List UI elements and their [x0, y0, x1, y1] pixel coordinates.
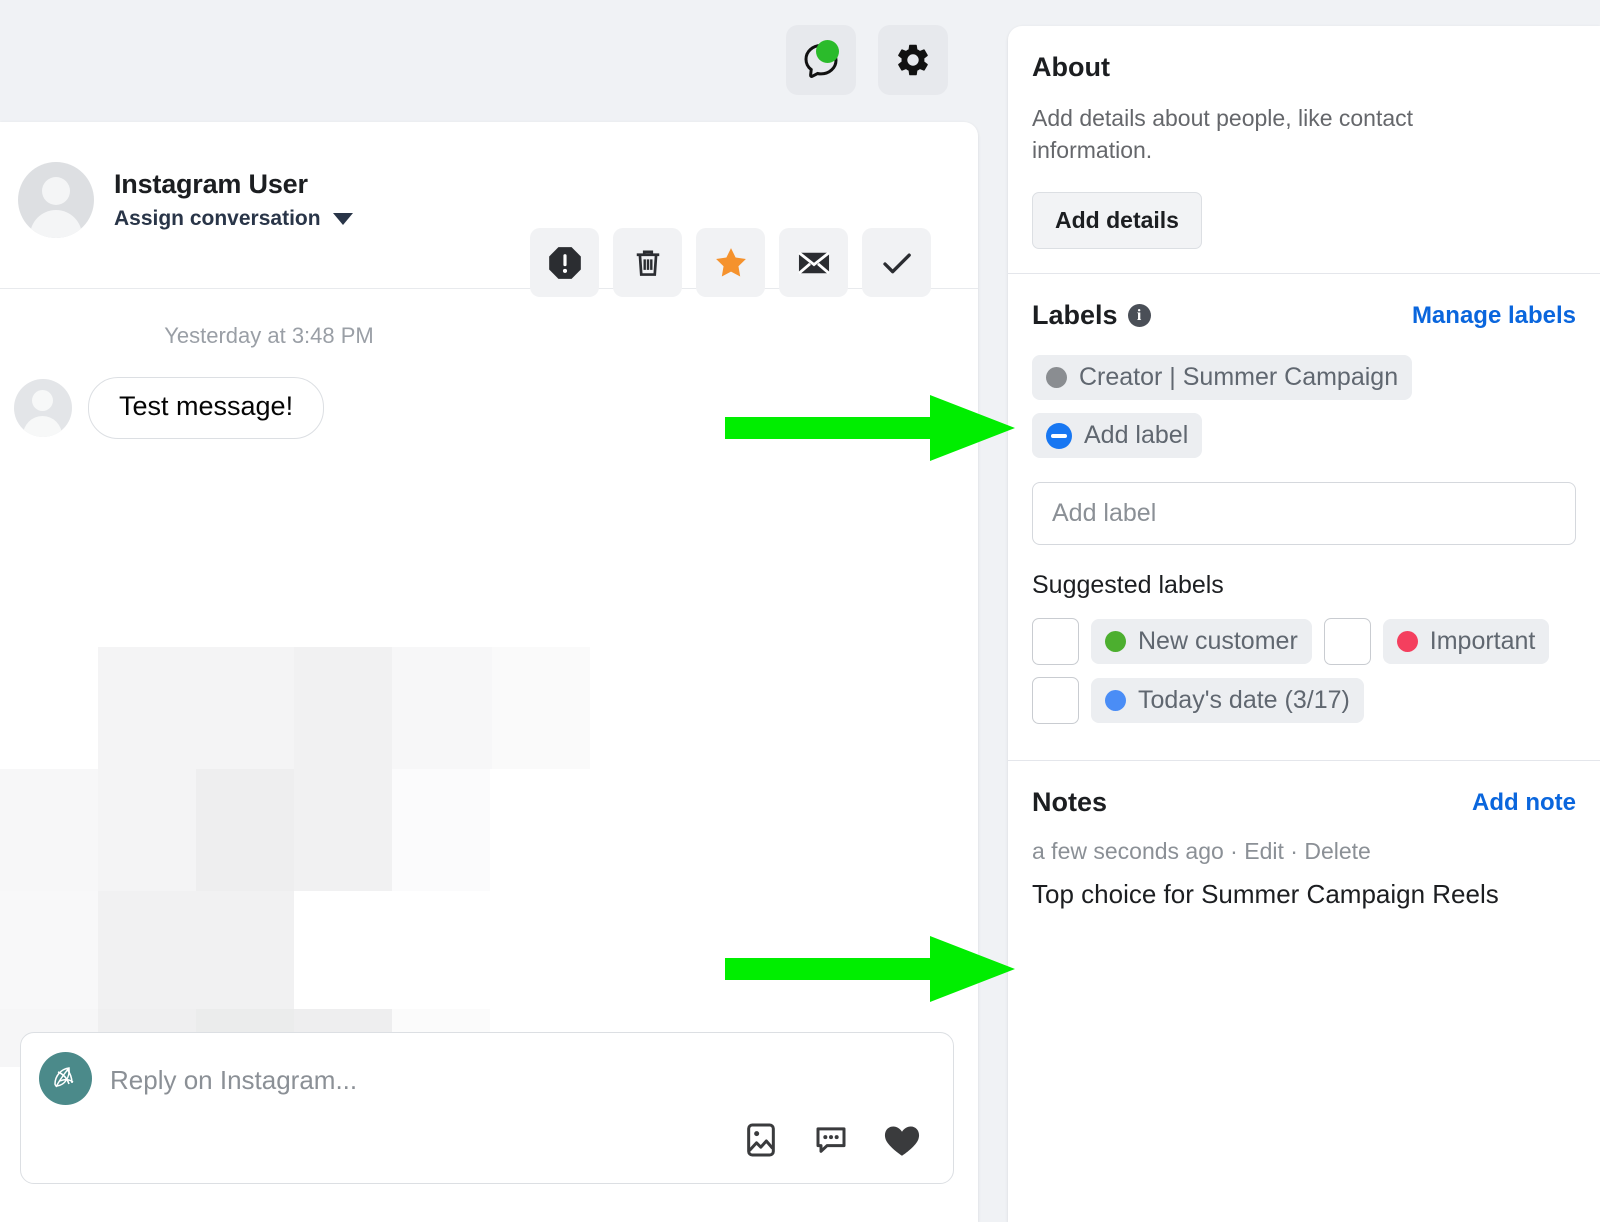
page-title: Instagram User: [114, 169, 308, 200]
suggested-label-text: Important: [1429, 627, 1536, 656]
suggested-labels-title: Suggested labels: [1032, 571, 1224, 600]
reply-composer[interactable]: Reply on Instagram...: [20, 1032, 954, 1184]
message-bubble: Test message!: [88, 377, 325, 439]
conversation-user-block: Instagram User Assign conversation: [18, 162, 353, 238]
conversation-header: Instagram User Assign conversation: [0, 122, 978, 297]
note-edit-link[interactable]: Edit: [1244, 838, 1284, 864]
saved-replies-icon[interactable]: [811, 1120, 851, 1160]
add-note-link[interactable]: Add note: [1472, 789, 1576, 817]
suggested-label-text: New customer: [1138, 627, 1298, 656]
gear-icon: [898, 44, 928, 76]
labels-title-group: Labels i: [1032, 300, 1151, 331]
labels-section: Labels i Manage labels Creator | Summer …: [1008, 274, 1600, 762]
suggested-labels-row: Today's date (3/17): [1032, 677, 1576, 725]
notes-title: Notes: [1032, 787, 1108, 818]
like-heart-icon[interactable]: [881, 1119, 923, 1161]
account-avatar: [39, 1052, 92, 1105]
assign-conversation-dropdown[interactable]: Assign conversation: [114, 207, 353, 231]
check-icon: [882, 253, 911, 273]
note-meta: a few seconds ago · Edit · Delete: [1032, 838, 1576, 865]
composer-wrapper: Reply on Instagram...: [20, 1032, 954, 1184]
labels-title: Labels: [1032, 300, 1118, 331]
suggested-label-todays-date[interactable]: Today's date (3/17): [1032, 677, 1364, 725]
labels-header: Labels i Manage labels: [1032, 300, 1576, 331]
about-description: Add details about people, like contact i…: [1032, 105, 1414, 163]
thread-timestamp: Yesterday at 3:48 PM: [164, 323, 374, 348]
envelope-icon: [797, 251, 830, 274]
mark-as-done-button[interactable]: [862, 228, 931, 297]
details-panel: About Add details about people, like con…: [1008, 26, 1600, 1222]
follow-up-button[interactable]: [696, 228, 765, 297]
suggested-label-chip[interactable]: New customer: [1091, 619, 1312, 665]
conversation-panel: Instagram User Assign conversation Yeste…: [0, 122, 978, 1222]
redacted-media-region: [0, 647, 600, 1067]
chevron-down-icon: [332, 212, 353, 225]
about-header: About: [1032, 52, 1576, 83]
note-meta-sep-1: ·: [1223, 838, 1245, 865]
manage-labels-link[interactable]: Manage labels: [1412, 302, 1576, 330]
trash-icon: [636, 250, 659, 276]
suggested-label-new-customer[interactable]: New customer: [1032, 618, 1312, 666]
settings-button[interactable]: [878, 25, 948, 95]
suggested-label-chip[interactable]: Today's date (3/17): [1091, 678, 1364, 724]
label-color-dot: [1046, 367, 1067, 389]
message-row: Test message!: [14, 377, 978, 439]
add-label-chip-text: Add label: [1084, 421, 1189, 450]
info-icon[interactable]: i: [1127, 304, 1151, 328]
label-color-dot: [1396, 631, 1418, 653]
suggested-label-chip[interactable]: Important: [1382, 619, 1550, 665]
chat-status-button[interactable]: [786, 25, 856, 95]
note-text: Top choice for Summer Campaign Reels: [1032, 879, 1499, 910]
conversation-actions: [530, 228, 931, 297]
avatar: [18, 162, 94, 238]
about-title: About: [1032, 52, 1110, 82]
leaf-logo-icon: [53, 1066, 73, 1087]
suggested-label-checkbox[interactable]: [1323, 618, 1371, 666]
assign-conversation-label: Assign conversation: [114, 206, 321, 230]
top-bar-actions: [786, 25, 948, 95]
image-icon[interactable]: [741, 1120, 781, 1160]
note-timestamp: a few seconds ago: [1032, 838, 1224, 865]
suggested-label-checkbox[interactable]: [1032, 677, 1079, 725]
label-color-dot: [1105, 690, 1126, 712]
suggested-label-text: Today's date (3/17): [1138, 686, 1350, 715]
add-label-chip-row: Add label: [1032, 413, 1576, 459]
delete-button[interactable]: [613, 228, 682, 297]
notes-section: Notes Add note a few seconds ago · Edit …: [1008, 761, 1600, 934]
applied-labels-row: Creator | Summer Campaign: [1032, 355, 1576, 401]
about-section: About Add details about people, like con…: [1008, 26, 1600, 275]
mark-as-unread-button[interactable]: [779, 228, 848, 297]
label-chip-creator-summer-campaign[interactable]: Creator | Summer Campaign: [1032, 355, 1413, 401]
note-meta-sep-2: ·: [1283, 838, 1305, 865]
composer-icon-row: [741, 1119, 923, 1161]
label-chip-text: Creator | Summer Campaign: [1079, 363, 1399, 392]
mark-as-spam-button[interactable]: [530, 228, 599, 297]
minus-circle-icon: [1046, 422, 1072, 449]
suggested-label-important[interactable]: Important: [1323, 618, 1550, 666]
notes-header: Notes Add note: [1032, 787, 1576, 818]
suggested-labels-row: New customer Important: [1032, 618, 1576, 666]
add-label-input[interactable]: [1032, 482, 1576, 546]
suggested-labels-list: New customer Important Today's date (3/1…: [1032, 618, 1576, 725]
message-thread: Yesterday at 3:48 PM Test message!: [0, 289, 978, 1067]
add-details-button[interactable]: Add details: [1032, 192, 1202, 250]
octagon-exclamation-icon: [548, 246, 581, 279]
top-bar: [0, 0, 1006, 122]
suggested-label-checkbox[interactable]: [1032, 618, 1079, 666]
note-delete-link[interactable]: Delete: [1304, 838, 1370, 864]
label-color-dot: [1105, 631, 1126, 653]
online-status-dot: [816, 40, 839, 63]
star-icon: [715, 247, 746, 276]
composer-placeholder: Reply on Instagram...: [110, 1065, 358, 1095]
message-avatar: [14, 379, 72, 437]
add-label-chip[interactable]: Add label: [1032, 413, 1203, 459]
